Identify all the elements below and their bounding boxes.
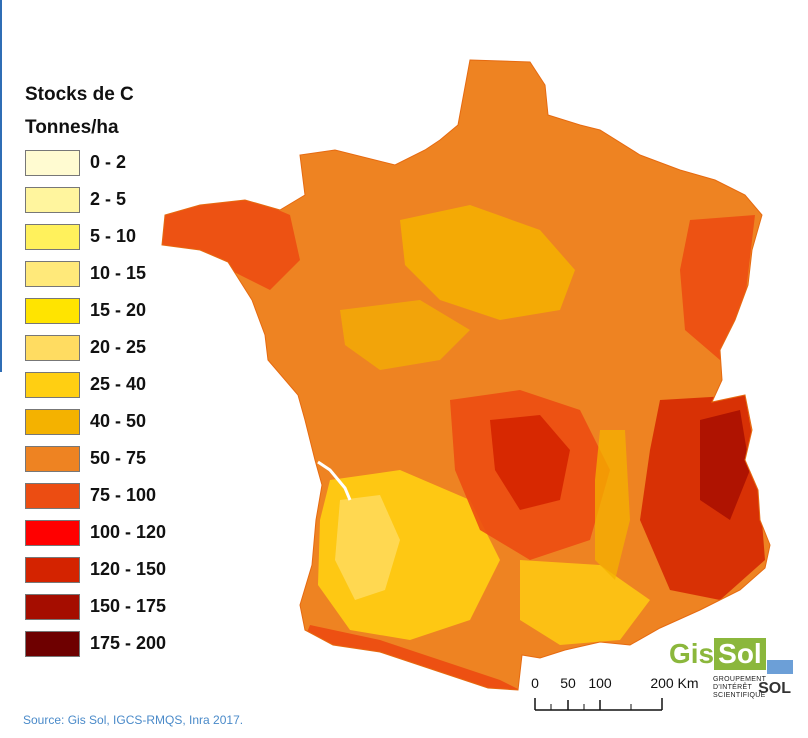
legend-label: 50 - 75 xyxy=(90,448,147,468)
legend-item: 120 - 150 xyxy=(25,551,166,588)
legend-swatch xyxy=(25,334,80,361)
legend-swatch xyxy=(25,186,80,213)
legend-label: 120 - 150 xyxy=(90,559,167,579)
logo-subtitle-word: SOL xyxy=(758,680,791,697)
legend-swatch xyxy=(25,593,80,620)
legend-label: 5 - 10 xyxy=(90,226,137,246)
legend-label: 175 - 200 xyxy=(90,633,167,653)
legend-label: 15 - 20 xyxy=(90,300,147,320)
legend-swatch xyxy=(25,223,80,250)
legend-swatch xyxy=(25,149,80,176)
legend-label: 75 - 100 xyxy=(90,485,157,505)
legend-swatch xyxy=(25,482,80,509)
source-caption: Source: Gis Sol, IGCS-RMQS, Inra 2017. xyxy=(23,713,244,727)
scale-unit: Km xyxy=(678,675,699,691)
legend-item: 15 - 20 xyxy=(25,292,166,329)
legend-swatch xyxy=(25,445,80,472)
legend-list: 0 - 2 2 - 5 5 - 10 10 - 15 15 - 20 20 - 25 25 … xyxy=(25,144,166,662)
brittany-high-zone xyxy=(162,198,300,290)
legend-item: 5 - 10 xyxy=(25,218,166,255)
logo-sol-text: Sol xyxy=(714,638,766,670)
legend-label: 20 - 25 xyxy=(90,337,147,357)
legend-item: 100 - 120 xyxy=(25,514,166,551)
legend-swatch xyxy=(25,297,80,324)
legend-label: 150 - 175 xyxy=(90,596,167,616)
legend-title: Stocks de C xyxy=(25,84,134,105)
legend-swatch xyxy=(25,630,80,657)
logo-gis-text: Gis xyxy=(669,638,715,669)
legend-swatch xyxy=(25,519,80,546)
legend-swatch xyxy=(25,408,80,435)
legend-item: 2 - 5 xyxy=(25,181,166,218)
legend-label: 100 - 120 xyxy=(90,522,167,542)
legend-item: 50 - 75 xyxy=(25,440,166,477)
legend-swatch xyxy=(25,556,80,583)
legend-swatch xyxy=(25,260,80,287)
legend-unit: Tonnes/ha xyxy=(25,117,119,138)
legend: Stocks de C Tonnes/ha 0 - 2 2 - 5 5 - 10 10… xyxy=(25,82,166,662)
scale-tick-label: 0 xyxy=(531,675,539,691)
legend-item: 0 - 2 xyxy=(25,144,166,181)
scale-tick-label: 50 xyxy=(560,675,576,691)
scale-bar: 0 50 100 200 Km xyxy=(531,675,699,711)
france-territory xyxy=(161,59,771,691)
legend-item: 25 - 40 xyxy=(25,366,166,403)
legend-item: 175 - 200 xyxy=(25,625,166,662)
legend-item: 150 - 175 xyxy=(25,588,166,625)
legend-label: 0 - 2 xyxy=(90,152,127,172)
logo-blue-block xyxy=(767,660,793,674)
legend-label: 40 - 50 xyxy=(90,411,147,431)
legend-label: 25 - 40 xyxy=(90,374,147,394)
legend-item: 40 - 50 xyxy=(25,403,166,440)
legend-label: 10 - 15 xyxy=(90,263,147,283)
legend-item: 75 - 100 xyxy=(25,477,166,514)
scale-tick-label: 100 xyxy=(588,675,612,691)
legend-label: 2 - 5 xyxy=(90,189,127,209)
legend-item: 10 - 15 xyxy=(25,255,166,292)
legend-item: 20 - 25 xyxy=(25,329,166,366)
scale-tick-label: 200 xyxy=(650,675,674,691)
legend-swatch xyxy=(25,371,80,398)
